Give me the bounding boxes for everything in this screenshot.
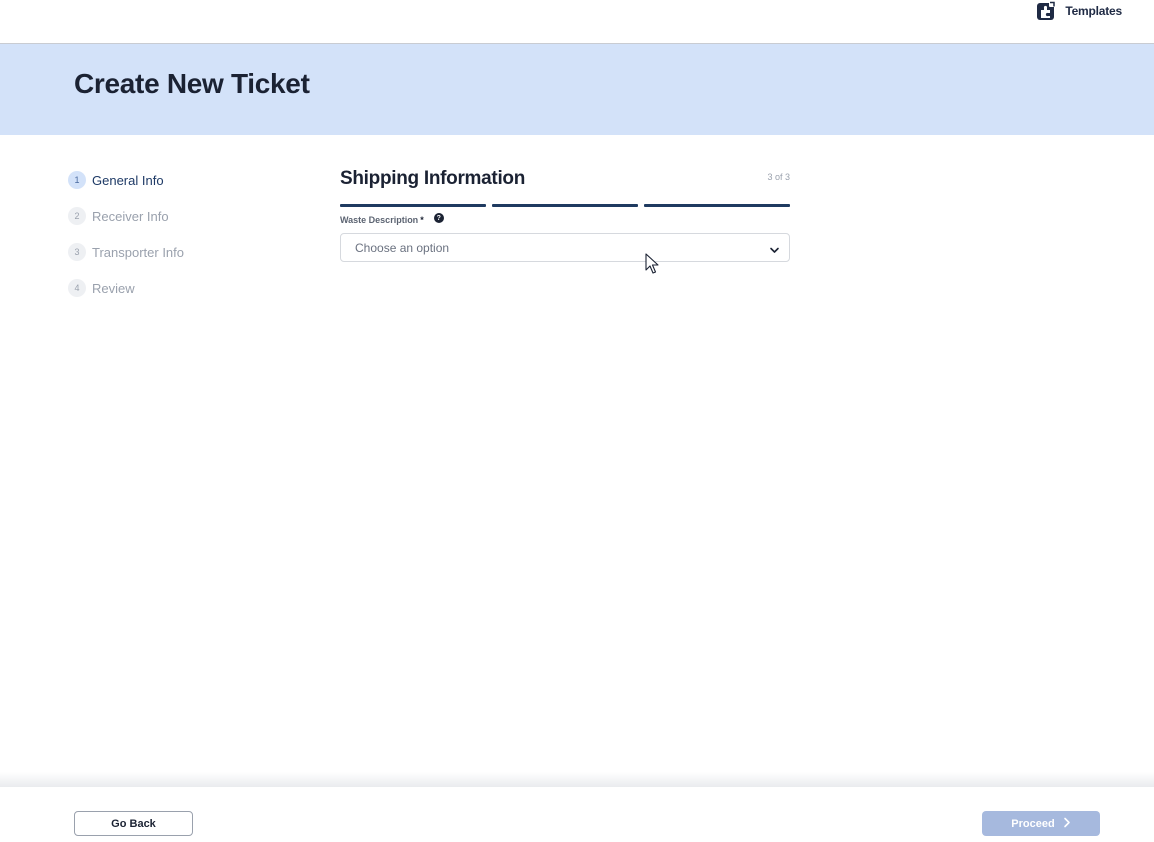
field-label-text: Waste Description	[340, 215, 419, 225]
question-circle-icon[interactable]: ?	[433, 213, 444, 223]
progress-bar	[340, 204, 790, 207]
step-transporter-info[interactable]: 3 Transporter Info	[68, 243, 288, 261]
form-title: Shipping Information	[340, 168, 526, 189]
puzzle-piece-icon	[1036, 1, 1056, 21]
waste-description-label: Waste Description * ?	[340, 213, 444, 225]
templates-button[interactable]: Templates	[1036, 1, 1122, 21]
chevron-right-icon	[1063, 817, 1071, 831]
progress-segment	[340, 204, 486, 207]
progress-segment	[492, 204, 638, 207]
step-navigation: 1 General Info 2 Receiver Info 3 Transpo…	[68, 171, 288, 315]
mouse-pointer-icon	[645, 253, 659, 280]
step-number: 3	[68, 243, 86, 261]
go-back-button[interactable]: Go Back	[74, 811, 193, 836]
step-label: Receiver Info	[92, 208, 169, 224]
waste-description-select[interactable]: Choose an option	[340, 233, 790, 262]
page-title: Create New Ticket	[74, 68, 310, 99]
step-general-info[interactable]: 1 General Info	[68, 171, 288, 189]
step-number: 1	[68, 171, 86, 189]
chevron-down-icon	[769, 243, 780, 261]
step-number: 2	[68, 207, 86, 225]
proceed-button[interactable]: Proceed	[982, 811, 1100, 836]
step-counter: 3 of 3	[767, 172, 790, 182]
page-header: Create New Ticket	[0, 44, 1154, 135]
step-number: 4	[68, 279, 86, 297]
required-mark: *	[420, 215, 424, 225]
progress-segment	[644, 204, 790, 207]
proceed-label: Proceed	[1011, 817, 1055, 830]
step-label: Transporter Info	[92, 244, 185, 260]
footer-divider	[0, 772, 1154, 788]
step-review[interactable]: 4 Review	[68, 279, 288, 297]
step-receiver-info[interactable]: 2 Receiver Info	[68, 207, 288, 225]
step-label: General Info	[92, 172, 164, 188]
select-placeholder: Choose an option	[355, 240, 450, 255]
step-label: Review	[92, 280, 135, 296]
footer-bar: Go Back Proceed	[0, 787, 1154, 842]
top-bar: Templates	[0, 0, 1154, 44]
shipping-form: Shipping Information 3 of 3 Waste Descri…	[340, 168, 790, 262]
templates-label: Templates	[1065, 4, 1122, 18]
